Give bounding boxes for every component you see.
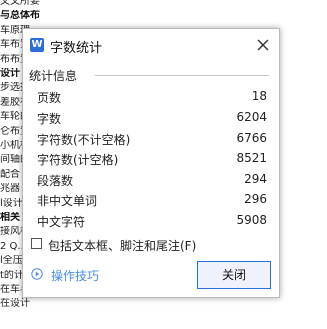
stat-row-chinese-chars: 中文字符 5908 [37, 213, 267, 231]
stat-value: 5908 [236, 213, 267, 227]
stat-label: 字符数(计空格) [37, 153, 119, 167]
word-count-dialog: W 字数统计 统计信息 页数 18 字数 6204 字符数(不计空格) 6766… [22, 28, 280, 298]
section-title: 统计信息 [29, 67, 82, 84]
stat-row-pages: 页数 18 [37, 89, 267, 107]
stat-label: 字数 [37, 112, 62, 126]
dialog-titlebar[interactable]: W 字数统计 [23, 29, 279, 61]
document-text-line: 文文所要解决的问题 [0, 0, 40, 7]
document-text-line: 在设计 [0, 298, 30, 310]
wps-writer-icon: W [30, 38, 44, 52]
dialog-title: 字数统计 [50, 41, 103, 56]
section-divider [95, 75, 269, 76]
stat-row-chars-no-spaces: 字符数(不计空格) 6766 [37, 131, 267, 149]
play-circle-icon [31, 268, 43, 280]
stat-label: 非中文单词 [37, 194, 98, 208]
stat-label: 页数 [37, 91, 62, 105]
tips-label[interactable]: 操作技巧 [51, 267, 99, 284]
stat-value: 8521 [236, 151, 267, 165]
close-button[interactable]: 关闭 [197, 261, 271, 289]
document-text-line: 与总体布置 [0, 10, 40, 22]
stat-row-paragraphs: 段落数 294 [37, 172, 267, 190]
stat-value: 294 [244, 172, 267, 186]
stat-row-non-chinese-words: 非中文单词 296 [37, 192, 267, 210]
stat-label: 中文字符 [37, 215, 86, 229]
stat-row-chars-with-spaces: 字符数(计空格) 8521 [37, 151, 267, 169]
stat-value: 18 [251, 89, 267, 103]
checkbox-label[interactable]: 包括文本框、脚注和尾注(F) [48, 237, 196, 254]
stat-value: 296 [244, 192, 267, 206]
stat-value: 6766 [236, 131, 267, 145]
include-textbox-footnotes-checkbox[interactable] [31, 238, 42, 249]
stat-row-words: 字数 6204 [37, 110, 267, 128]
statistics-section-header: 统计信息 [29, 67, 275, 84]
stat-value: 6204 [236, 110, 267, 124]
close-icon[interactable] [255, 37, 271, 53]
stat-label: 字符数(不计空格) [37, 133, 131, 147]
stat-label: 段落数 [37, 174, 74, 188]
